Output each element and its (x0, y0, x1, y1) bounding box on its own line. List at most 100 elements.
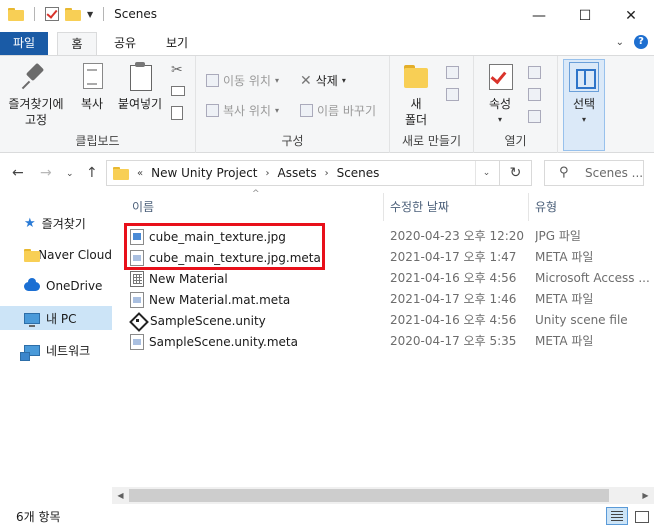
help-icon[interactable]: ? (634, 35, 648, 49)
clipboard-group-label: 클립보드 (75, 134, 120, 148)
new-folder-icon[interactable] (65, 7, 81, 21)
open-icon[interactable] (528, 66, 541, 79)
file-name: SampleScene.unity.meta (149, 334, 298, 349)
window-title: Scenes (114, 7, 157, 21)
breadcrumb-assets[interactable]: Assets (278, 166, 317, 180)
column-header-name[interactable]: 이름 (126, 193, 384, 221)
window-controls: — ☐ ✕ (516, 0, 654, 32)
breadcrumb-scenes[interactable]: Scenes (337, 166, 380, 180)
file-date: 2020-04-23 오후 12:20 (390, 229, 525, 243)
chevron-right-icon[interactable]: › (266, 168, 270, 179)
new-item-icon[interactable] (446, 66, 459, 79)
meta-file-icon (130, 291, 144, 308)
new-folder-label: 새 폴더 (404, 97, 428, 127)
nav-item-label: OneDrive (46, 279, 103, 293)
paste-shortcut-icon[interactable] (171, 106, 183, 120)
maximize-button[interactable]: ☐ (562, 0, 608, 32)
rename-label: 이름 바꾸기 (317, 104, 377, 118)
ribbon: 즐겨찾기에 고정 복사 붙여넣기 ✂ 클립보드 이동 위치 ▾ ✕ 삭제 ▾ 복… (0, 55, 654, 153)
column-header-date[interactable]: 수정한 날짜 (384, 193, 529, 221)
copy-path-icon[interactable] (171, 86, 185, 96)
file-type: META 파일 (535, 292, 594, 306)
column-header-type[interactable]: 유형 (529, 193, 654, 221)
nav-item-network[interactable]: 네트워크 (0, 338, 112, 362)
quick-access-toolbar: ▼ Scenes (8, 7, 157, 21)
back-arrow-icon[interactable]: ← (12, 165, 24, 181)
folder-icon (8, 7, 24, 21)
open-group: 속성 ▾ 열기 (474, 56, 558, 153)
properties-icon[interactable] (45, 7, 59, 21)
details-view-icon[interactable] (606, 507, 628, 525)
file-name-cell: SampleScene.unity.meta (130, 331, 298, 352)
file-date: 2021-04-17 오후 1:47 (390, 250, 517, 264)
close-button[interactable]: ✕ (608, 0, 654, 32)
scroll-right-arrow-icon[interactable]: ▶ (637, 487, 654, 504)
cut-icon[interactable]: ✂ (171, 62, 183, 78)
organize-group: 이동 위치 ▾ ✕ 삭제 ▾ 복사 위치 ▾ 이름 바꾸기 구성 (196, 56, 390, 153)
move-to-button[interactable]: 이동 위치 ▾ (206, 72, 279, 89)
delete-button[interactable]: ✕ 삭제 ▾ (300, 72, 346, 89)
ribbon-extra: ⌄ ? (616, 35, 648, 49)
file-date: 2021-04-16 오후 4:56 (390, 271, 517, 285)
access-file-icon (130, 270, 144, 287)
new-folder-button[interactable]: 새 폴더 (396, 62, 436, 128)
table-row[interactable]: New Material 2021-04-16 오후 4:56 Microsof… (126, 268, 654, 289)
chevron-down-icon: ▾ (497, 115, 502, 124)
table-row[interactable]: SampleScene.unity 2021-04-16 오후 4:56 Uni… (126, 310, 654, 331)
select-button[interactable]: 선택 ▾ (563, 62, 605, 128)
minimize-button[interactable]: — (516, 0, 562, 32)
tab-share[interactable]: 공유 (105, 32, 145, 55)
nav-item-onedrive[interactable]: OneDrive (0, 274, 112, 298)
copy-button[interactable]: 복사 (74, 62, 110, 112)
nav-item-quick-access[interactable]: ★ 즐겨찾기 (0, 211, 112, 235)
nav-item-label: 내 PC (46, 311, 77, 326)
copy-to-button[interactable]: 복사 위치 ▾ (206, 102, 279, 119)
address-bar[interactable]: « New Unity Project › Assets › Scenes ⌄ … (106, 160, 532, 186)
expand-ribbon-chevron-icon[interactable]: ⌄ (616, 37, 624, 48)
easy-access-icon[interactable] (446, 88, 459, 101)
rename-button[interactable]: 이름 바꾸기 (300, 102, 376, 119)
edit-icon[interactable] (528, 88, 541, 101)
file-date: 2021-04-16 오후 4:56 (390, 313, 517, 327)
unity-file-icon (130, 313, 145, 328)
chevron-down-icon: ▾ (274, 106, 279, 115)
horizontal-scrollbar[interactable]: ◀ ▶ (112, 487, 654, 504)
chevron-right-icon[interactable]: › (325, 168, 329, 179)
nav-item-this-pc[interactable]: 내 PC (0, 306, 112, 330)
search-placeholder: Scenes ... (585, 166, 644, 180)
file-name: New Material.mat.meta (149, 292, 291, 307)
new-group-label: 새로 만들기 (401, 134, 461, 148)
refresh-icon[interactable]: ↻ (499, 161, 531, 185)
search-box[interactable]: ⚲ Scenes ... (544, 160, 644, 186)
address-history-chevron-icon[interactable]: ⌄ (475, 161, 497, 185)
forward-arrow-icon[interactable]: → (40, 165, 52, 181)
tab-home[interactable]: 홈 (57, 32, 97, 56)
recent-locations-chevron-icon[interactable]: ⌄ (66, 169, 74, 179)
open-group-label: 열기 (504, 134, 527, 148)
table-row[interactable]: SampleScene.unity.meta 2020-04-17 오후 5:3… (126, 331, 654, 352)
nav-item-label: 즐겨찾기 (41, 216, 86, 231)
overflow-crumb[interactable]: « (137, 168, 143, 179)
large-icons-view-icon[interactable] (632, 507, 650, 525)
scroll-left-arrow-icon[interactable]: ◀ (112, 487, 129, 504)
properties-button[interactable]: 속성 ▾ (480, 62, 520, 128)
tab-view[interactable]: 보기 (157, 32, 197, 55)
select-label: 선택 (572, 97, 596, 111)
status-bar: 6개 항목 (0, 504, 654, 528)
network-icon (20, 344, 40, 361)
file-date: 2020-04-17 오후 5:35 (390, 334, 517, 348)
paste-button[interactable]: 붙여넣기 (114, 62, 166, 112)
table-row[interactable]: New Material.mat.meta 2021-04-17 오후 1:46… (126, 289, 654, 310)
clipboard-group: 즐겨찾기에 고정 복사 붙여넣기 ✂ 클립보드 (0, 56, 196, 153)
history-icon[interactable] (528, 110, 541, 123)
customize-toolbar-chevron-icon[interactable]: ▼ (87, 10, 93, 19)
scrollbar-thumb[interactable] (129, 489, 609, 502)
chevron-down-icon: ▾ (274, 76, 279, 85)
breadcrumb-new-unity-project[interactable]: New Unity Project (151, 166, 257, 180)
folder-icon (113, 166, 129, 180)
tab-file[interactable]: 파일 (0, 32, 48, 55)
nav-item-naver-cloud[interactable]: Naver Cloud (0, 243, 112, 267)
up-arrow-icon[interactable]: ↑ (86, 165, 98, 181)
pin-to-quick-access-button[interactable]: 즐겨찾기에 고정 (4, 62, 68, 128)
star-icon: ★ (24, 215, 36, 231)
